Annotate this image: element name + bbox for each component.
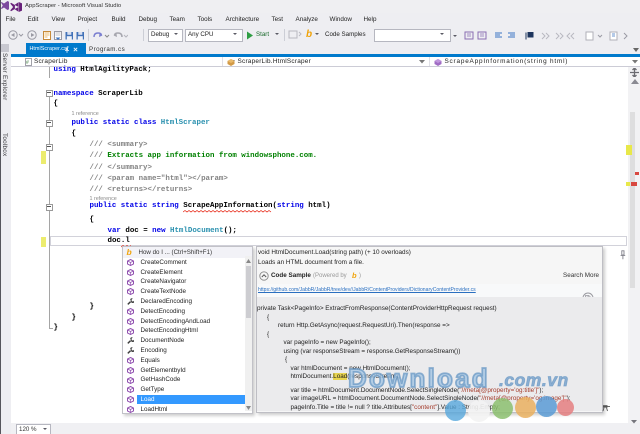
svg-text:#: # [26, 60, 29, 66]
